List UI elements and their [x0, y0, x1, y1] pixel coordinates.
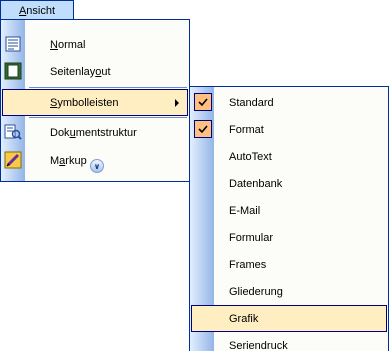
- normal-view-icon: [5, 36, 21, 52]
- menu-item-dokumentstruktur-label: Dokumentstruktur: [50, 126, 137, 139]
- toolbar-item-label: Formular: [229, 231, 274, 244]
- toolbar-item-label: Standard: [229, 96, 274, 109]
- toolbars-submenu: Standard Format AutoText Datenbank E-Mai…: [189, 86, 389, 351]
- toolbar-item-autotext[interactable]: AutoText: [191, 143, 387, 170]
- view-menu: Normal Seitenlayout Symbolleisten Dokume…: [0, 19, 190, 182]
- menu-separator: [29, 117, 187, 118]
- menu-ansicht-label: Ansicht: [18, 4, 56, 17]
- markup-icon: [4, 151, 22, 169]
- toolbar-item-label: Seriendruck: [229, 339, 288, 351]
- document-map-icon: [4, 124, 22, 140]
- toolbar-item-label: Grafik: [229, 312, 259, 325]
- toolbar-item-label: Frames: [229, 258, 267, 271]
- toolbar-item-datenbank[interactable]: Datenbank: [191, 170, 387, 197]
- toolbar-item-frames[interactable]: Frames: [191, 251, 387, 278]
- toolbar-item-label: Format: [229, 123, 264, 136]
- menu-item-symbolleisten-label: Symbolleisten: [50, 96, 119, 109]
- toolbar-item-standard[interactable]: Standard: [191, 89, 387, 116]
- toolbar-item-grafik[interactable]: Grafik: [191, 305, 387, 332]
- check-icon: [194, 93, 212, 111]
- check-icon: [194, 120, 212, 138]
- toolbar-item-format[interactable]: Format: [191, 116, 387, 143]
- menu-item-seitenlayout[interactable]: Seitenlayout: [2, 58, 188, 85]
- toolbar-item-seriendruck[interactable]: Seriendruck: [191, 332, 387, 351]
- toolbar-item-email[interactable]: E-Mail: [191, 197, 387, 224]
- menu-item-seitenlayout-label: Seitenlayout: [50, 65, 111, 78]
- page-layout-icon: [4, 62, 22, 80]
- menu-ansicht[interactable]: Ansicht: [0, 0, 74, 20]
- toolbar-item-label: AutoText: [229, 150, 272, 163]
- submenu-arrow-icon: [175, 99, 179, 107]
- menu-item-normal[interactable]: Normal: [2, 31, 188, 58]
- toolbar-item-gliederung[interactable]: Gliederung: [191, 278, 387, 305]
- toolbar-item-label: Gliederung: [229, 285, 283, 298]
- toolbar-item-label: E-Mail: [229, 204, 261, 217]
- chevron-double-down-icon[interactable]: ∨: [90, 159, 104, 173]
- menu-item-symbolleisten[interactable]: Symbolleisten: [2, 89, 188, 116]
- toolbar-item-formular[interactable]: Formular: [191, 224, 387, 251]
- menu-item-dokumentstruktur[interactable]: Dokumentstruktur: [2, 119, 188, 146]
- toolbar-item-label: Datenbank: [229, 177, 283, 190]
- menu-item-markup-label: Markup: [50, 154, 87, 167]
- menu-item-normal-label: Normal: [50, 38, 86, 51]
- menu-separator: [29, 87, 187, 88]
